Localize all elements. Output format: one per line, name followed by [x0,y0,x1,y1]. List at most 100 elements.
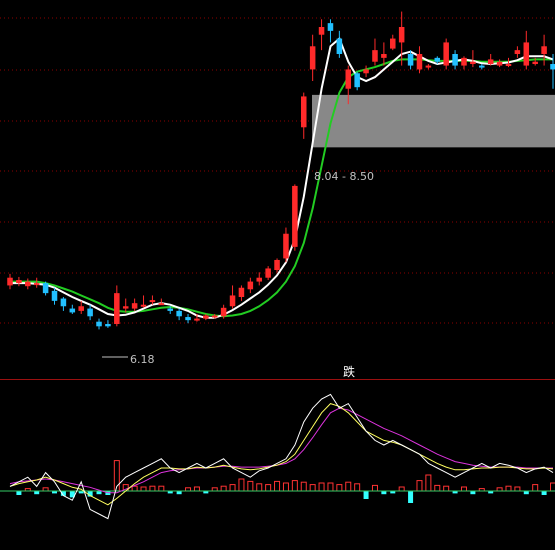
candle[interactable] [425,64,432,70]
candle-body [292,185,298,247]
candle-body [42,283,49,294]
candle-body [487,59,494,65]
indicator-bar [541,491,547,495]
candle[interactable] [541,34,547,66]
candle-body [167,308,173,311]
candle[interactable] [238,285,245,301]
candle[interactable] [523,30,530,70]
price-panel[interactable] [0,0,555,378]
candle-body [461,57,467,66]
candle[interactable] [16,276,22,287]
candle-body [229,295,236,307]
candle[interactable] [327,19,334,43]
candle[interactable] [131,298,138,311]
candle[interactable] [487,54,494,66]
candle[interactable] [479,64,485,70]
indicator-bar [354,483,361,492]
indicator-bar [140,486,147,492]
indicator-panel[interactable] [0,380,555,550]
candle[interactable] [336,30,343,58]
candle-body [265,268,271,278]
candle[interactable] [416,46,423,74]
indicator-bar [265,484,272,492]
candle[interactable] [176,308,182,321]
candle-body [434,57,441,62]
indicator-bar [193,486,200,492]
candle-body [505,64,512,67]
indicator-bar [514,486,521,492]
candle[interactable] [60,297,67,311]
indicator-bar [363,491,369,499]
indicator-bar [550,482,555,492]
candle[interactable] [114,285,120,327]
candle[interactable] [443,38,449,70]
candle[interactable] [78,300,84,314]
candle-body [60,298,67,307]
indicator-bar [238,478,245,492]
indicator-bar [460,486,467,492]
indicator-bar [416,480,423,492]
candle-body [398,27,405,43]
candle-body [220,307,227,317]
candle-body [256,277,263,282]
candle[interactable] [25,278,31,290]
candle[interactable] [105,320,111,328]
indicator-bar [318,482,325,492]
candle[interactable] [292,184,298,251]
candle-body [69,308,76,313]
candle-body [452,54,458,66]
candle[interactable] [496,59,503,68]
candle[interactable] [461,56,467,70]
candle-body [149,300,156,303]
candle[interactable] [283,227,289,263]
candle-body [425,65,432,68]
candle-body [479,65,485,68]
candle-body [158,303,165,306]
indicator-bar [345,481,352,492]
candle[interactable] [51,287,58,305]
candle[interactable] [122,298,129,313]
candle[interactable] [96,318,102,330]
candle[interactable] [42,281,49,296]
candle[interactable] [256,272,263,286]
candle[interactable] [274,258,280,273]
candle-body [443,42,449,66]
candle[interactable] [247,277,254,294]
low-price-label: 6.18 [130,353,155,366]
indicator-bar [398,486,405,492]
candle[interactable] [470,50,476,68]
candle[interactable] [300,92,307,139]
candle-body [496,61,503,66]
candle[interactable] [372,38,378,66]
indicator-bar [309,484,316,492]
candle[interactable] [140,295,147,308]
indicator-slow-line [9,407,553,494]
candle[interactable] [69,304,76,314]
candle[interactable] [363,65,369,78]
stock-chart[interactable]: 8.04 - 8.50 6.18 跌 [0,0,555,550]
candle[interactable] [158,298,165,306]
candle[interactable] [185,313,191,324]
candle-body [327,23,334,31]
indicator-bar [131,485,138,492]
candle[interactable] [7,273,13,290]
candle[interactable] [398,11,405,66]
candle[interactable] [390,34,396,51]
candle-body [381,54,387,58]
candle[interactable] [265,266,271,281]
indicator-bar [443,485,450,492]
candle-body [33,283,40,286]
candle[interactable] [87,304,93,321]
candle[interactable] [149,295,156,305]
indicator-bar [505,485,512,492]
candle[interactable] [514,46,521,58]
candle-body [354,73,360,88]
candle[interactable] [309,34,316,81]
candle[interactable] [381,42,387,66]
candle-body [390,38,396,49]
indicator-bar [274,480,281,492]
candle[interactable] [229,285,236,309]
candle[interactable] [318,19,325,51]
candle[interactable] [452,50,458,70]
candle[interactable] [354,71,360,91]
